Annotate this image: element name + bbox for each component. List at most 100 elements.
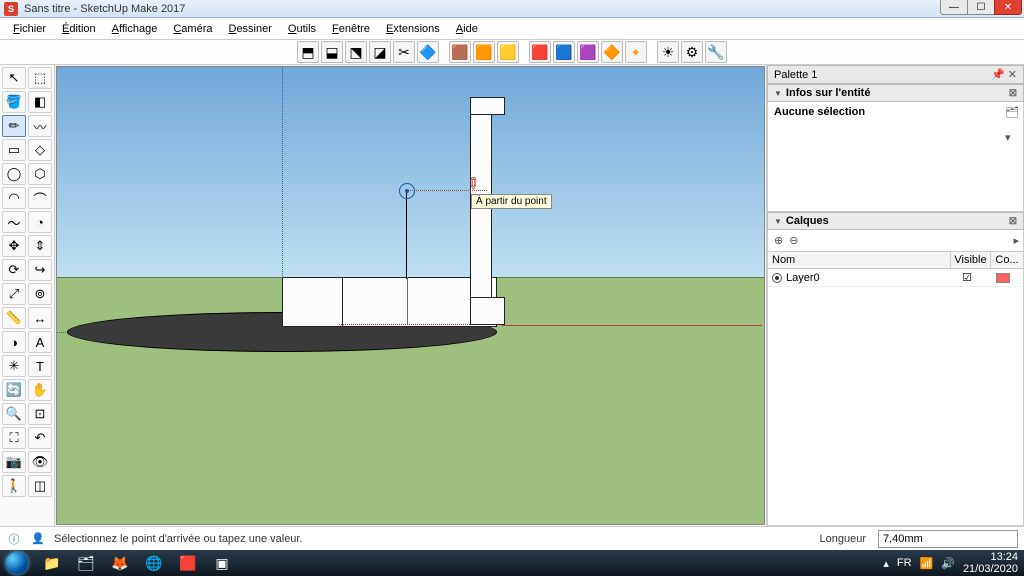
menu-caméra[interactable]: Caméra [166,21,219,37]
extensions-icon[interactable]: 🔧 [705,41,727,63]
text-label-icon[interactable]: A [28,331,52,353]
solid-trim-icon[interactable]: ✂ [393,41,415,63]
sandbox-drape-icon[interactable]: 🟦 [553,41,575,63]
layer-active-radio[interactable] [772,273,782,283]
make-component-icon[interactable]: ⬚ [28,67,52,89]
zoom-icon[interactable]: 🔍 [2,403,26,425]
axes-icon[interactable]: ✳ [2,355,26,377]
scale-icon[interactable]: ⤢ [2,283,26,305]
circle-icon[interactable]: ◯ [2,163,26,185]
sandbox-smoove-icon[interactable]: 🟨 [497,41,519,63]
menu-aide[interactable]: Aide [449,21,485,37]
tray-volume-icon[interactable]: 🔊 [941,557,955,570]
menu-édition[interactable]: Édition [55,21,103,37]
always-face-camera-icon[interactable]: ☀ [657,41,679,63]
sandbox-scratch-icon[interactable]: 🟧 [473,41,495,63]
styles-icon[interactable]: ⚙ [681,41,703,63]
add-layer-button[interactable]: ⊕ [774,234,783,247]
menu-fichier[interactable]: Fichier [6,21,53,37]
explorer-icon[interactable]: 📁 [36,552,68,574]
freehand-icon[interactable]: 〰 [28,115,52,137]
arc-icon[interactable]: ◠ [2,187,26,209]
geolocation-icon[interactable]: ⓘ [6,531,22,547]
previous-view-icon[interactable]: ↶ [28,427,52,449]
paint-bucket-icon[interactable]: 🪣 [2,91,26,113]
sandbox-stamp-icon[interactable]: 🟥 [529,41,551,63]
position-camera-icon[interactable]: 📷 [2,451,26,473]
solid-split-icon[interactable]: 🔷 [417,41,439,63]
rotate-icon[interactable]: ⟳ [2,259,26,281]
layers-col-visible[interactable]: Visible [951,252,991,268]
protractor-icon[interactable]: ◑ [2,331,26,353]
layers-empty-area [767,287,1024,526]
sketchup-icon[interactable]: 🟥 [172,552,204,574]
polygon-icon[interactable]: ⬡ [28,163,52,185]
follow-me-icon[interactable]: ↪ [28,259,52,281]
close-panel-icon[interactable]: ✕ [1008,68,1017,81]
menu-extensions[interactable]: Extensions [379,21,447,37]
layers-col-name[interactable]: Nom [768,252,951,268]
select-icon[interactable]: ↖ [2,67,26,89]
walk-icon[interactable]: 🚶 [2,475,26,497]
rotated-rect-icon[interactable]: ◇ [28,139,52,161]
three-point-arc-icon[interactable]: 〜 [2,211,26,233]
menu-affichage[interactable]: Affichage [105,21,165,37]
firefox2-icon[interactable]: 🌐 [138,552,170,574]
sandbox-detail-icon[interactable]: 🟪 [577,41,599,63]
layer-visible-checkbox[interactable]: ☑ [947,271,987,284]
start-button[interactable] [6,552,28,574]
entity-expand-icon[interactable]: ▾ [1005,131,1019,144]
zoom-extents-icon[interactable]: ⛶ [2,427,26,449]
layer-color-swatch[interactable] [987,273,1019,283]
two-point-arc-icon[interactable]: ⌒ [28,187,52,209]
rectangle-icon[interactable]: ▭ [2,139,26,161]
move-icon[interactable]: ✥ [2,235,26,257]
window-controls: — ☐ ✕ [941,0,1022,15]
menu-outils[interactable]: Outils [281,21,323,37]
solid-union-icon[interactable]: ⬒ [297,41,319,63]
dimension-icon[interactable]: ↔ [28,307,52,329]
viewport[interactable]: ✎ À partir du point [56,66,765,525]
tape-measure-icon[interactable]: 📏 [2,307,26,329]
layers-header[interactable]: Calques ☒ [767,212,1024,230]
sandbox-flip-icon[interactable]: 🔶 [601,41,623,63]
solid-outer-shell-icon[interactable]: ◪ [369,41,391,63]
line-icon[interactable]: ✏ [2,115,26,137]
look-around-icon[interactable]: 👁 [28,451,52,473]
credits-icon[interactable]: 👤 [30,531,46,547]
maximize-button[interactable]: ☐ [967,0,995,15]
entity-detail-icon[interactable]: 🗂 [1005,106,1019,119]
sandbox-project-icon[interactable]: 🔸 [625,41,647,63]
layers-menu-icon[interactable]: ▸ [1013,234,1019,247]
offset-icon[interactable]: ⊚ [28,283,52,305]
palette-header[interactable]: Palette 1 📌 ✕ [767,65,1024,84]
minimize-button[interactable]: — [940,0,968,15]
menu-dessiner[interactable]: Dessiner [221,21,278,37]
pie-icon[interactable]: ◔ [28,211,52,233]
sandbox-contours-icon[interactable]: 🟫 [449,41,471,63]
tray-show-hidden-icon[interactable]: ▴ [883,557,889,570]
push-pull-icon[interactable]: ⇕ [28,235,52,257]
zoom-window-icon[interactable]: ⊡ [28,403,52,425]
solid-subtract-icon[interactable]: ⬔ [345,41,367,63]
eraser-icon[interactable]: ◧ [28,91,52,113]
solid-intersect-icon[interactable]: ⬓ [321,41,343,63]
layers-col-color[interactable]: Co... [991,252,1023,268]
close-button[interactable]: ✕ [994,0,1022,15]
pan-icon[interactable]: ✋ [28,379,52,401]
tray-clock[interactable]: 13:24 21/03/2020 [963,551,1018,575]
section-plane-icon[interactable]: ◫ [28,475,52,497]
tray-network-icon[interactable]: 📶 [920,557,934,570]
firefox-icon[interactable]: 🦊 [104,552,136,574]
orbit-icon[interactable]: 🔄 [2,379,26,401]
pin-icon[interactable]: 📌 [991,68,1005,81]
layer-row[interactable]: Layer0☑ [767,269,1024,287]
measurement-input[interactable]: 7,40mm [878,530,1018,548]
app-icon[interactable]: ▣ [206,552,238,574]
remove-layer-button[interactable]: ⊖ [789,234,798,247]
menu-fenêtre[interactable]: Fenêtre [325,21,377,37]
explorer-folder-icon[interactable]: 🗂 [70,552,102,574]
three-d-text-icon[interactable]: T [28,355,52,377]
tray-language[interactable]: FR [897,557,912,569]
entity-info-header[interactable]: Infos sur l'entité ☒ [767,84,1024,102]
